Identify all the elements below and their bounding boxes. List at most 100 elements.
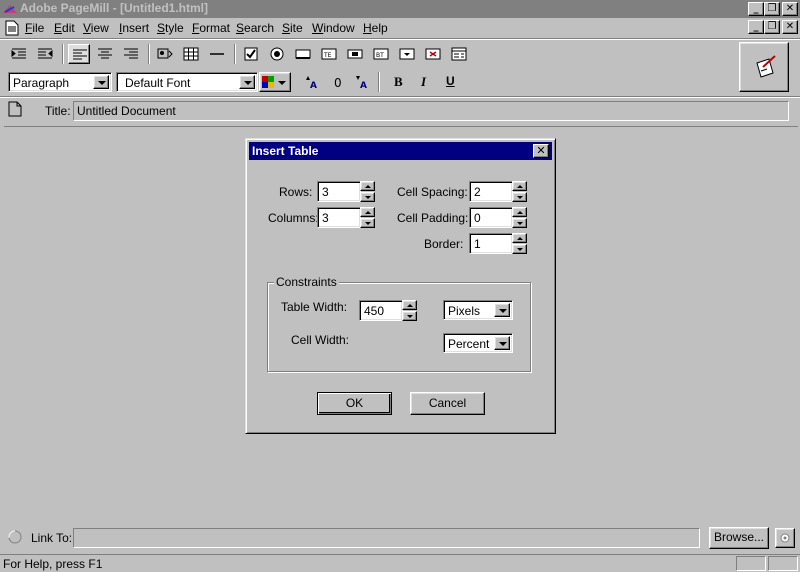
- rows-input[interactable]: 3: [317, 181, 361, 202]
- cell-spacing-input[interactable]: 2: [469, 181, 513, 202]
- menu-insert[interactable]: Insert: [119, 21, 149, 35]
- menu-format[interactable]: Format: [192, 21, 230, 35]
- paragraph-style-select[interactable]: Paragraph: [8, 72, 112, 92]
- checkbox-icon[interactable]: [240, 44, 262, 64]
- dialog-title-bar[interactable]: Insert Table ✕: [249, 142, 552, 160]
- menu-style[interactable]: Style: [157, 21, 184, 35]
- menu-search[interactable]: Search: [236, 21, 274, 35]
- columns-input[interactable]: 3: [317, 207, 361, 228]
- button-field-icon[interactable]: BT: [370, 44, 392, 64]
- italic-button[interactable]: I: [414, 72, 436, 92]
- rows-up-icon[interactable]: [360, 181, 375, 191]
- doc-minimize-button[interactable]: _: [748, 20, 764, 34]
- cell-padding-down-icon[interactable]: [512, 218, 527, 228]
- minimize-button[interactable]: _: [748, 2, 764, 16]
- svg-text:A: A: [360, 81, 367, 90]
- align-center-icon[interactable]: [94, 44, 116, 64]
- app-title-bar: Adobe PageMill - [Untitled1.html] _ ❐ ✕: [0, 0, 800, 18]
- menu-help[interactable]: Help: [363, 21, 388, 35]
- columns-up-icon[interactable]: [360, 207, 375, 217]
- align-right-icon[interactable]: [120, 44, 142, 64]
- ok-button[interactable]: OK: [317, 392, 392, 415]
- table-width-up-icon[interactable]: [402, 300, 417, 310]
- cell-padding-input[interactable]: 0: [469, 207, 513, 228]
- table-width-down-icon[interactable]: [402, 311, 417, 321]
- text-field-icon[interactable]: [292, 44, 314, 64]
- cell-spacing-up-icon[interactable]: [512, 181, 527, 191]
- insert-image-icon[interactable]: [154, 44, 176, 64]
- pagemill-app-icon[interactable]: [2, 1, 18, 17]
- text-color-select[interactable]: [259, 72, 291, 92]
- gear-icon: [780, 533, 790, 543]
- bold-button[interactable]: B: [388, 72, 410, 92]
- decrease-font-size-icon[interactable]: A: [350, 72, 372, 92]
- reset-button-icon[interactable]: [422, 44, 444, 64]
- table-width-unit-value: Pixels: [448, 304, 481, 318]
- bold-label: B: [394, 74, 403, 89]
- indent-right-icon[interactable]: [34, 44, 56, 64]
- link-options-button[interactable]: [775, 528, 795, 548]
- cell-padding-stepper[interactable]: 0: [469, 207, 527, 228]
- status-panel: [768, 556, 798, 571]
- chevron-down-icon[interactable]: [494, 303, 510, 317]
- text-area-icon[interactable]: TE: [318, 44, 340, 64]
- close-icon[interactable]: ✕: [782, 2, 798, 16]
- columns-value: 3: [322, 211, 329, 225]
- table-width-unit-select[interactable]: Pixels: [443, 300, 513, 320]
- link-to-label: Link To:: [31, 531, 73, 545]
- chevron-down-icon[interactable]: [93, 75, 109, 89]
- document-icon[interactable]: [5, 20, 19, 36]
- paragraph-style-value: Paragraph: [13, 76, 70, 90]
- insert-table-icon[interactable]: [180, 44, 202, 64]
- cancel-button[interactable]: Cancel: [410, 392, 485, 415]
- table-width-input[interactable]: 450: [359, 300, 403, 321]
- chevron-down-icon[interactable]: [239, 75, 255, 89]
- increase-font-size-icon[interactable]: A: [300, 72, 322, 92]
- columns-stepper[interactable]: 3: [317, 207, 375, 228]
- horizontal-rule-icon[interactable]: [206, 44, 228, 64]
- doc-restore-button[interactable]: ❐: [764, 20, 780, 34]
- radio-button-icon[interactable]: [266, 44, 288, 64]
- table-width-stepper[interactable]: 450: [359, 300, 417, 321]
- align-left-icon[interactable]: [68, 44, 90, 64]
- menu-site[interactable]: Site: [282, 21, 303, 35]
- menu-file[interactable]: File: [25, 21, 44, 35]
- border-down-icon[interactable]: [512, 244, 527, 254]
- preview-mode-button[interactable]: [739, 42, 789, 92]
- app-title: Adobe PageMill - [Untitled1.html]: [20, 1, 208, 15]
- cell-padding-up-icon[interactable]: [512, 207, 527, 217]
- cell-spacing-down-icon[interactable]: [512, 192, 527, 202]
- columns-down-icon[interactable]: [360, 218, 375, 228]
- menu-window[interactable]: Window: [312, 21, 355, 35]
- preview-page-icon: [756, 55, 776, 78]
- table-width-value: 450: [364, 304, 385, 318]
- password-field-icon[interactable]: [344, 44, 366, 64]
- border-stepper[interactable]: 1: [469, 233, 527, 254]
- cell-padding-value: 0: [474, 211, 481, 225]
- link-to-input[interactable]: [73, 528, 700, 548]
- border-up-icon[interactable]: [512, 233, 527, 243]
- chevron-down-icon[interactable]: [494, 336, 510, 350]
- form-list-icon[interactable]: [448, 44, 470, 64]
- dialog-close-icon[interactable]: ✕: [533, 144, 549, 158]
- svg-text:TE: TE: [323, 52, 332, 59]
- menu-edit[interactable]: Edit: [54, 21, 75, 35]
- indent-left-icon[interactable]: [8, 44, 30, 64]
- font-size-zero-icon[interactable]: 0: [327, 72, 349, 92]
- popup-menu-icon[interactable]: [396, 44, 418, 64]
- cell-spacing-stepper[interactable]: 2: [469, 181, 527, 202]
- underline-button[interactable]: U: [440, 72, 462, 92]
- cell-width-unit-select[interactable]: Percent: [443, 333, 513, 353]
- border-input[interactable]: 1: [469, 233, 513, 254]
- insert-table-dialog: Insert Table ✕ Rows: 3 Columns: 3 Cell S…: [245, 138, 556, 434]
- doc-close-icon[interactable]: ✕: [782, 20, 798, 34]
- rows-down-icon[interactable]: [360, 192, 375, 202]
- title-input[interactable]: Untitled Document: [73, 101, 789, 121]
- restore-button[interactable]: ❐: [764, 2, 780, 16]
- italic-label: I: [421, 74, 427, 89]
- menu-view[interactable]: View: [83, 21, 109, 35]
- browse-button[interactable]: Browse...: [709, 527, 769, 549]
- color-swatch-icon: [262, 76, 274, 88]
- rows-stepper[interactable]: 3: [317, 181, 375, 202]
- font-select[interactable]: Default Font: [116, 72, 258, 92]
